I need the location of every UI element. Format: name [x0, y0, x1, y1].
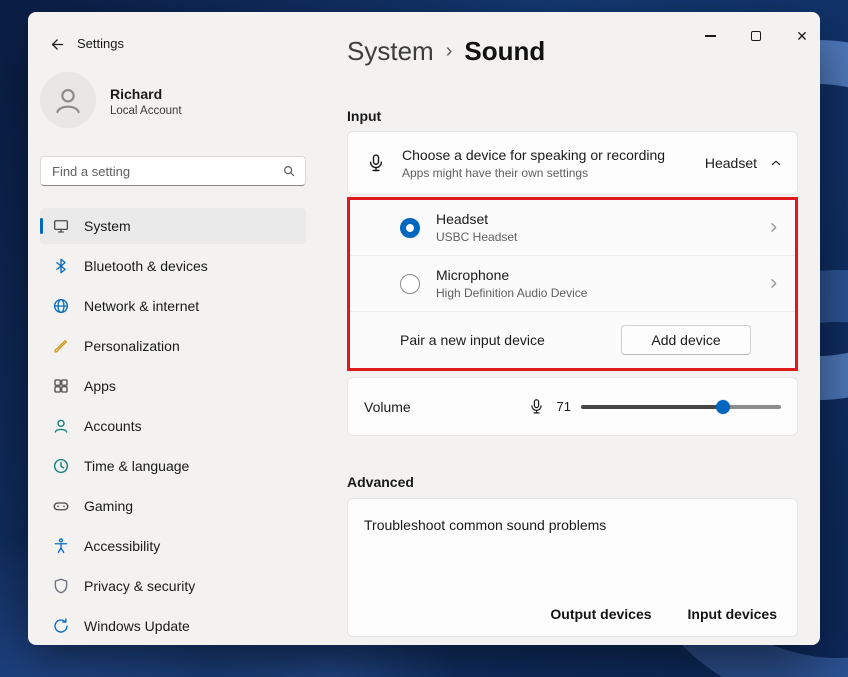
sidebar-nav: System Bluetooth & devices Network & int… [40, 208, 306, 645]
troubleshoot-card: Troubleshoot common sound problems Outpu… [347, 498, 798, 637]
input-device-chooser[interactable]: Choose a device for speaking or recordin… [347, 131, 798, 195]
sidebar-item-label: Network & internet [84, 298, 200, 314]
sidebar-item-label: Time & language [84, 458, 190, 474]
volume-value: 71 [556, 399, 571, 414]
bluetooth-icon [52, 257, 70, 275]
device-name: Microphone [436, 267, 510, 283]
microphone-radio[interactable] [400, 273, 420, 294]
volume-slider-handle[interactable] [716, 399, 730, 414]
accessibility-icon [52, 537, 70, 555]
microphone-icon [366, 153, 386, 173]
sidebar-item-windows-update[interactable]: Windows Update [40, 608, 306, 644]
privacy-security-icon [52, 577, 70, 595]
device-description: USBC Headset [436, 230, 518, 244]
output-devices-button[interactable]: Output devices [550, 606, 651, 622]
sidebar-item-bluetooth-devices[interactable]: Bluetooth & devices [40, 248, 306, 284]
system-icon [52, 217, 70, 235]
sidebar-item-accounts[interactable]: Accounts [40, 408, 306, 444]
chooser-text: Choose a device for speaking or recordin… [402, 147, 705, 180]
sidebar-item-time-language[interactable]: Time & language [40, 448, 306, 484]
device-row-microphone[interactable]: Microphone High Definition Audio Device [350, 256, 795, 312]
sidebar-item-privacy-security[interactable]: Privacy & security [40, 568, 306, 604]
sidebar-item-label: Accounts [84, 418, 142, 434]
headset-radio[interactable] [400, 217, 420, 238]
person-icon [51, 83, 85, 117]
chevron-right-icon [766, 276, 781, 291]
time-language-icon [52, 457, 70, 475]
volume-slider[interactable] [581, 399, 781, 414]
settings-window: Settings ✕ System › Sound Richard Local … [28, 12, 820, 645]
sidebar-item-apps[interactable]: Apps [40, 368, 306, 404]
chevron-up-icon [769, 156, 783, 170]
chooser-title: Choose a device for speaking or recordin… [402, 146, 666, 163]
sidebar: Richard Local Account System Bluetooth &… [40, 12, 306, 645]
highlight-box: Headset USBC Headset Microphone High Def… [347, 197, 798, 371]
sidebar-item-label: Bluetooth & devices [84, 258, 208, 274]
personalization-icon [52, 337, 70, 355]
user-account-type: Local Account [110, 105, 182, 117]
device-description: High Definition Audio Device [436, 286, 588, 300]
pair-device-row: Pair a new input device Add device [350, 312, 795, 368]
sidebar-item-network-internet[interactable]: Network & internet [40, 288, 306, 324]
search-icon [282, 164, 296, 178]
volume-card: Volume 71 [347, 377, 798, 436]
input-devices-button[interactable]: Input devices [688, 606, 777, 622]
sidebar-item-label: Windows Update [84, 618, 190, 634]
network-icon [52, 297, 70, 315]
device-row-headset[interactable]: Headset USBC Headset [350, 200, 795, 256]
input-section-heading: Input [347, 108, 382, 124]
advanced-section-heading: Advanced [347, 474, 414, 490]
sidebar-item-label: System [84, 218, 131, 234]
chooser-subtitle: Apps might have their own settings [402, 165, 589, 180]
sidebar-item-label: Privacy & security [84, 578, 196, 594]
device-text: Microphone High Definition Audio Device [436, 267, 766, 300]
volume-label: Volume [364, 398, 411, 415]
sidebar-item-accessibility[interactable]: Accessibility [40, 528, 306, 564]
volume-slider-fill [581, 404, 723, 409]
sidebar-item-personalization[interactable]: Personalization [40, 328, 306, 364]
apps-icon [52, 377, 70, 395]
device-name: Headset [436, 211, 489, 227]
sidebar-item-system[interactable]: System [40, 208, 306, 244]
sidebar-item-label: Personalization [84, 338, 180, 354]
main-content: Input Choose a device for speaking or re… [347, 12, 798, 645]
troubleshoot-buttons: Output devices Input devices [550, 606, 777, 622]
device-text: Headset USBC Headset [436, 211, 766, 244]
sidebar-item-gaming[interactable]: Gaming [40, 488, 306, 524]
sidebar-item-label: Accessibility [84, 538, 161, 554]
chevron-right-icon [766, 220, 781, 235]
avatar[interactable] [40, 72, 96, 128]
chooser-selected-value: Headset [704, 155, 757, 171]
search-box [40, 156, 306, 186]
user-name: Richard [110, 86, 163, 102]
gaming-icon [52, 497, 70, 515]
search-input[interactable] [41, 163, 282, 179]
troubleshoot-label: Troubleshoot common sound problems [364, 517, 607, 533]
microphone-icon [528, 398, 545, 415]
sidebar-item-label: Apps [84, 378, 116, 394]
accounts-icon [52, 417, 70, 435]
pair-device-label: Pair a new input device [400, 332, 545, 348]
sidebar-item-label: Gaming [84, 498, 134, 514]
windows-update-icon [52, 617, 70, 635]
desktop: { "window": { "title": "Settings" }, "br… [0, 0, 848, 677]
add-device-button[interactable]: Add device [621, 325, 751, 355]
